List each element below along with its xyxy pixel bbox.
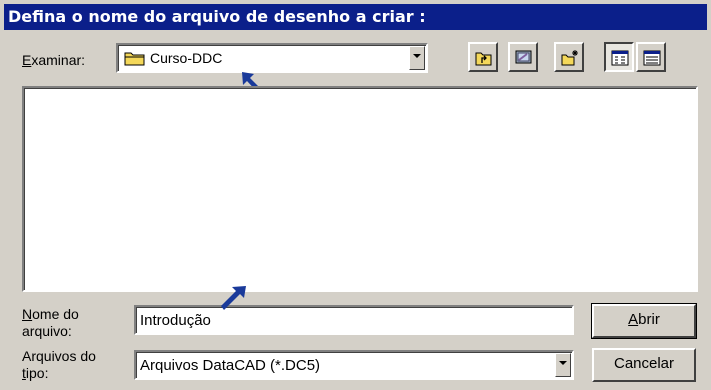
- open-button[interactable]: Abrir: [591, 303, 697, 339]
- filetype-dropdown-button[interactable]: [555, 353, 571, 377]
- filetype-label: Arquivos do tipo:: [22, 348, 96, 381]
- folder-icon: [124, 50, 146, 69]
- annotation-arrow-icon: [218, 284, 248, 315]
- list-view-button[interactable]: [604, 42, 634, 72]
- lookin-combobox[interactable]: Curso-DDC: [116, 43, 428, 73]
- filename-label: Nome do arquivo:: [22, 306, 79, 339]
- new-folder-button[interactable]: [554, 42, 584, 72]
- filename-value: Introdução: [140, 312, 211, 329]
- lookin-dropdown-button[interactable]: [409, 46, 425, 70]
- file-list[interactable]: [22, 86, 698, 292]
- up-one-level-button[interactable]: [468, 42, 498, 72]
- lookin-folder-name: Curso-DDC: [150, 50, 223, 66]
- lookin-label: Examinar:: [22, 52, 86, 68]
- filetype-value: Arquivos DataCAD (*.DC5): [140, 357, 321, 374]
- details-view-button[interactable]: [636, 42, 666, 72]
- dialog-title: Defina o nome do arquivo de desenho a cr…: [4, 4, 707, 30]
- save-file-dialog: Defina o nome do arquivo de desenho a cr…: [0, 0, 711, 390]
- filename-input[interactable]: Introdução: [134, 305, 574, 335]
- cancel-button[interactable]: Cancelar: [592, 348, 696, 382]
- filetype-combobox[interactable]: Arquivos DataCAD (*.DC5): [134, 350, 574, 380]
- desktop-button[interactable]: [508, 42, 538, 72]
